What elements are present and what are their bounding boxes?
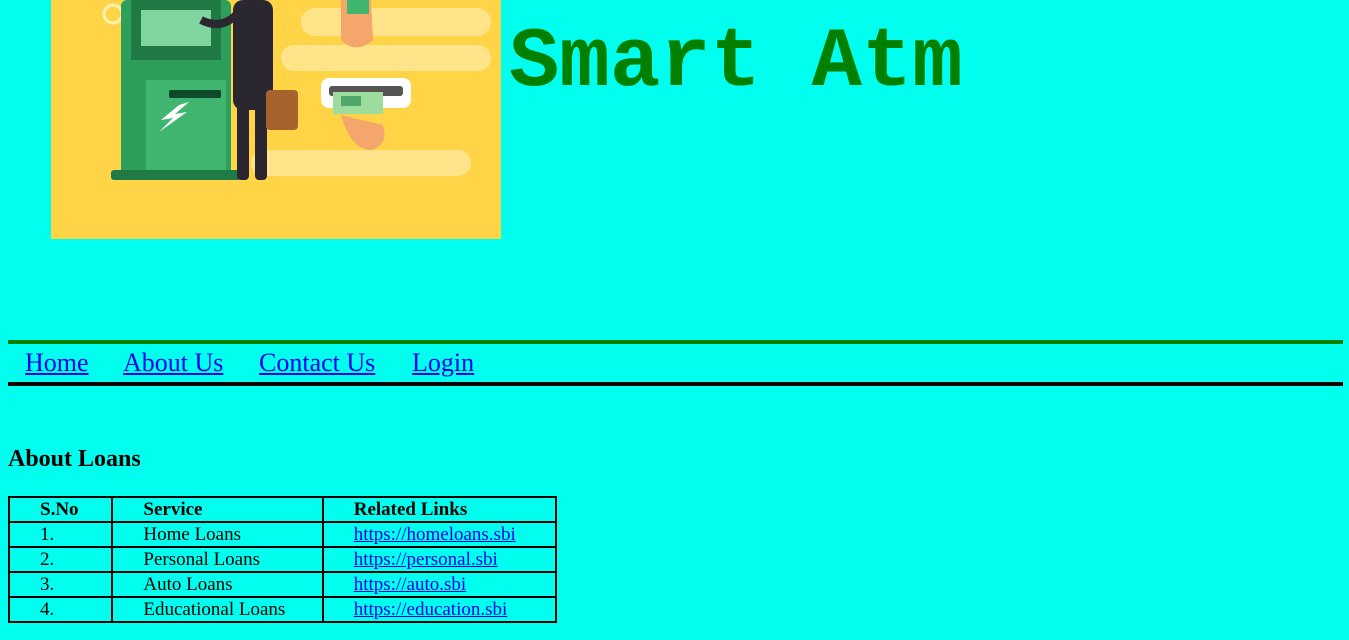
atm-banner-image xyxy=(51,0,501,239)
related-link[interactable]: https://education.sbi xyxy=(354,599,508,620)
related-link[interactable]: https://personal.sbi xyxy=(354,549,498,570)
column-header-sno: S.No xyxy=(7,496,114,523)
row-service: Educational Loans xyxy=(111,596,324,623)
related-link[interactable]: https://auto.sbi xyxy=(354,574,466,595)
row-sno: 3. xyxy=(7,571,114,598)
atm-illustration xyxy=(51,0,501,239)
column-header-related-links: Related Links xyxy=(321,496,558,523)
row-service: Home Loans xyxy=(111,521,324,548)
row-sno: 2. xyxy=(7,546,114,573)
row-link-cell: https://homeloans.sbi xyxy=(321,521,558,548)
table-header-row: S.No Service Related Links xyxy=(7,496,558,523)
site-title: Smart Atm xyxy=(509,16,963,111)
about-loans-heading: About Loans xyxy=(8,446,141,472)
table-row: 3. Auto Loans https://auto.sbi xyxy=(7,571,558,598)
row-link-cell: https://education.sbi xyxy=(321,596,558,623)
row-service: Auto Loans xyxy=(111,571,324,598)
loans-table: S.No Service Related Links 1. Home Loans… xyxy=(7,496,558,623)
nav-contact-us-link[interactable]: Contact Us xyxy=(259,348,375,378)
table-row: 1. Home Loans https://homeloans.sbi xyxy=(7,521,558,548)
table-row: 4. Educational Loans https://education.s… xyxy=(7,596,558,623)
nav-about-us-link[interactable]: About Us xyxy=(123,348,223,378)
row-sno: 1. xyxy=(7,521,114,548)
nav-home-link[interactable]: Home xyxy=(25,348,89,378)
row-link-cell: https://auto.sbi xyxy=(321,571,558,598)
main-nav: Home About Us Contact Us Login xyxy=(8,340,1343,386)
related-link[interactable]: https://homeloans.sbi xyxy=(354,524,516,545)
column-header-service: Service xyxy=(111,496,324,523)
table-row: 2. Personal Loans https://personal.sbi xyxy=(7,546,558,573)
row-service: Personal Loans xyxy=(111,546,324,573)
nav-login-link[interactable]: Login xyxy=(412,348,474,378)
row-sno: 4. xyxy=(7,596,114,623)
page: Smart Atm Home About Us Contact Us Login… xyxy=(0,0,1349,640)
row-link-cell: https://personal.sbi xyxy=(321,546,558,573)
